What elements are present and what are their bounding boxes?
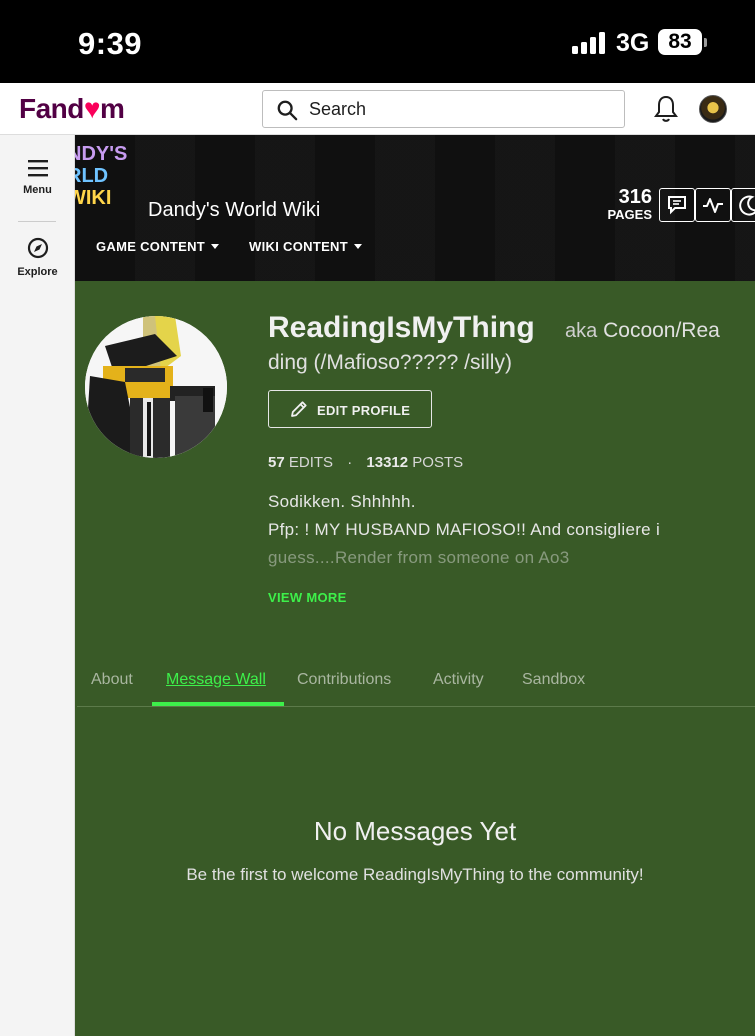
status-time: 9:39 <box>78 26 143 61</box>
menu-button[interactable]: Menu <box>0 159 75 196</box>
wiki-name[interactable]: Dandy's World Wiki <box>148 199 320 222</box>
profile-avatar[interactable] <box>85 316 227 458</box>
discussions-icon <box>668 196 686 215</box>
posts-count: 13312 <box>366 454 409 471</box>
profile-tabs: About Message Wall Contributions Activit… <box>77 667 755 707</box>
profile-bio: Sodikken. Shhhhh. Pfp: ! MY HUSBAND MAFI… <box>268 488 738 572</box>
edit-profile-button[interactable]: EDIT PROFILE <box>268 390 432 428</box>
fandom-logo-right: m <box>100 93 125 124</box>
hamburger-icon <box>27 160 48 177</box>
empty-state-title: No Messages Yet <box>313 816 517 846</box>
moon-icon <box>739 195 755 216</box>
edits-label: EDITS <box>288 454 334 471</box>
signal-icon <box>572 32 608 54</box>
search-input[interactable] <box>309 95 609 123</box>
profile-username: ReadingIsMyThing <box>268 311 535 344</box>
status-bar: 9:39 3G 83 <box>0 0 755 83</box>
tab-activity[interactable]: Activity <box>433 671 484 689</box>
nav-label: WIKI CONTENT <box>249 239 348 254</box>
active-tab-indicator <box>152 702 284 706</box>
edits-count: 57 <box>268 454 285 471</box>
posts-label: POSTS <box>412 454 464 471</box>
aka-prefix: aka <box>565 320 598 342</box>
search-icon <box>277 100 298 121</box>
discussions-button[interactable] <box>659 188 695 222</box>
fandom-logo[interactable]: Fand♥m <box>19 93 125 125</box>
profile-stats: 57 EDITS · 13312 POSTS <box>268 454 463 471</box>
battery-tip <box>704 38 707 47</box>
bio-line: Sodikken. Shhhhh. <box>268 492 416 511</box>
tab-contributions[interactable]: Contributions <box>297 671 391 689</box>
caret-down-icon <box>211 244 220 249</box>
pencil-icon <box>291 401 307 417</box>
wiki-logo-line: NDY'S <box>75 143 128 165</box>
pages-number: 316 <box>618 186 652 208</box>
pages-count: 316 PAGES <box>595 187 652 222</box>
view-more-link[interactable]: VIEW MORE <box>268 590 347 605</box>
fandom-heart-icon: ♥ <box>83 93 101 124</box>
pages-label: PAGES <box>607 207 652 222</box>
compass-icon <box>27 237 48 259</box>
activity-icon <box>703 198 723 213</box>
network-type: 3G <box>616 29 650 57</box>
explore-label: Explore <box>17 266 58 278</box>
bio-line: guess....Render from someone on Ao3 <box>268 548 570 567</box>
bell-icon[interactable] <box>654 95 678 123</box>
profile-page: ReadingIsMyThing aka Cocoon/Rea ding (/M… <box>75 281 755 1036</box>
menu-label: Menu <box>23 184 52 196</box>
caret-down-icon <box>353 244 362 249</box>
community-header: NDY'S RLD WIKI Dandy's World Wiki GAME C… <box>75 135 755 281</box>
fandom-header: Fand♥m <box>0 83 755 135</box>
bio-line: Pfp: ! MY HUSBAND MAFIOSO!! And consigli… <box>268 520 661 539</box>
profile-avatar-image <box>85 316 227 458</box>
wiki-logo-line: RLD <box>75 165 109 187</box>
battery-icon: 83 <box>658 29 702 55</box>
tab-message-wall[interactable]: Message Wall <box>166 671 266 689</box>
search-box[interactable] <box>262 90 625 128</box>
aka-name-line1: Cocoon/Rea <box>603 319 720 342</box>
nav-game-content[interactable]: GAME CONTENT <box>96 239 220 254</box>
theme-button[interactable] <box>731 188 755 222</box>
profile-aka: aka Cocoon/Rea <box>565 319 720 343</box>
edit-profile-label: EDIT PROFILE <box>317 403 411 418</box>
wiki-logo[interactable]: NDY'S RLD WIKI <box>75 143 127 209</box>
empty-state-subtitle: Be the first to welcome ReadingIsMyThing… <box>186 865 644 884</box>
user-avatar[interactable] <box>699 95 727 123</box>
wiki-nav: GAME CONTENT WIKI CONTENT <box>96 239 362 254</box>
activity-button[interactable] <box>695 188 731 222</box>
wiki-logo-line: WIKI <box>75 187 112 209</box>
stats-separator: · <box>347 454 353 471</box>
nav-label: GAME CONTENT <box>96 239 206 254</box>
tab-about[interactable]: About <box>91 671 133 689</box>
tab-sandbox[interactable]: Sandbox <box>522 671 585 689</box>
explore-button[interactable]: Explore <box>0 237 75 278</box>
aka-name-line2: ding (/Mafioso????? /silly) <box>268 351 512 374</box>
nav-wiki-content[interactable]: WIKI CONTENT <box>249 239 362 254</box>
rail-divider <box>18 221 56 222</box>
left-rail: Menu Explore <box>0 135 75 1036</box>
fandom-logo-left: Fand <box>19 93 84 124</box>
